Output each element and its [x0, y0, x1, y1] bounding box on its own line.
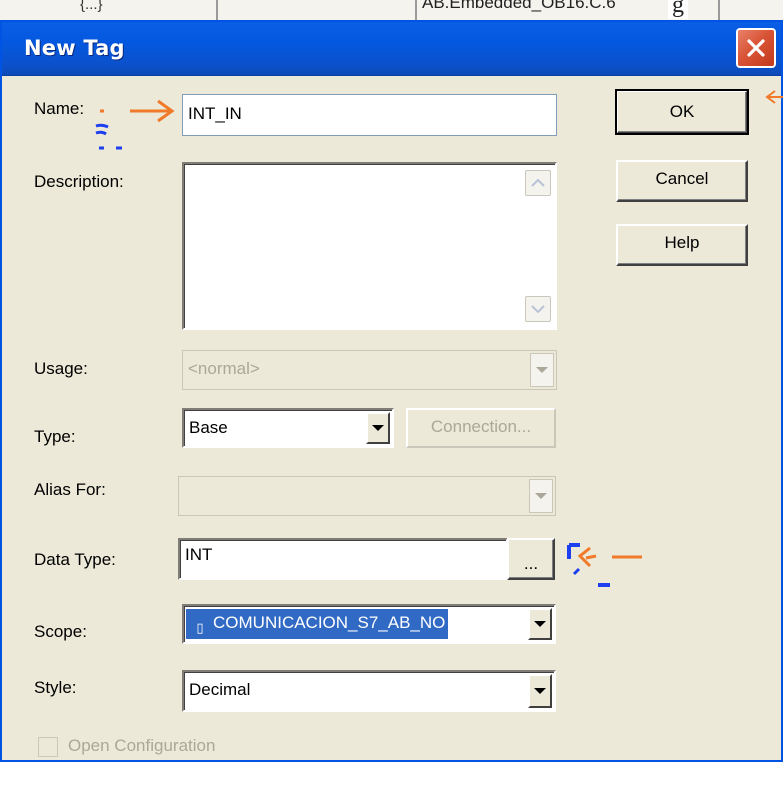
arrow-icon: [567, 543, 642, 587]
annotation-overlay: [95, 90, 783, 587]
scribble-icon: [95, 123, 122, 150]
arrow-icon: [765, 90, 783, 104]
arrow-icon: [100, 99, 175, 123]
